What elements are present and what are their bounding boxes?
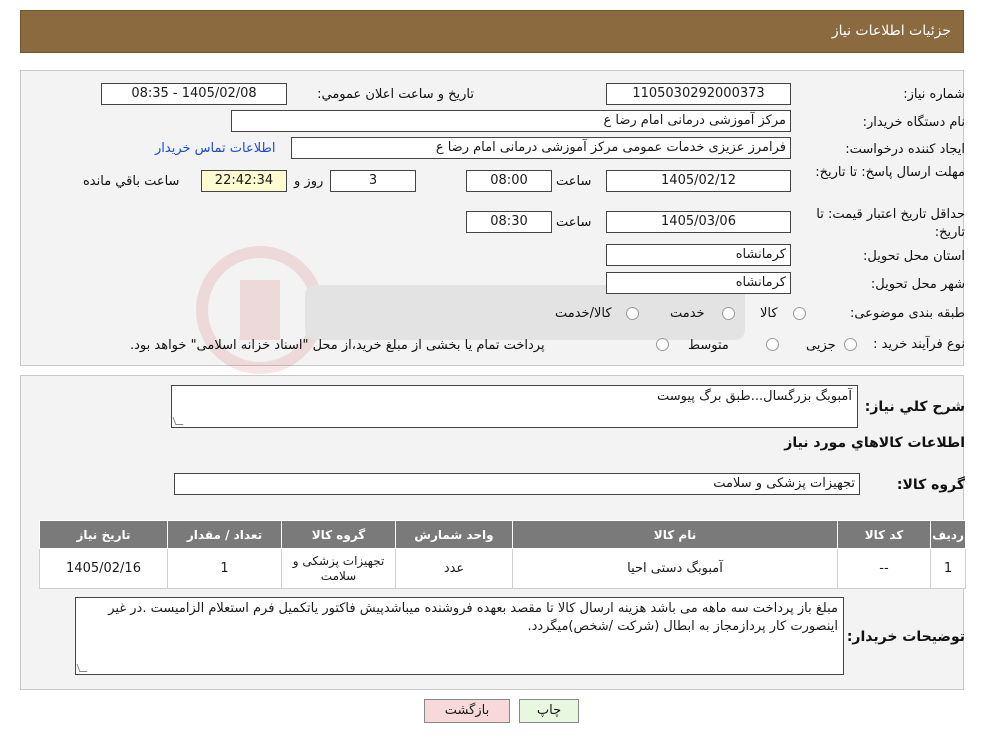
buyer-notes-label: توضيحات خريدار: <box>846 629 965 645</box>
page-header: جزئیات اطلاعات نیاز <box>20 10 964 53</box>
buyer-contact-link[interactable]: اطلاعات تماس خریدار <box>155 141 275 156</box>
need-number-label: شماره نیاز: <box>903 87 965 102</box>
col-header-quantity: تعداد / مقدار <box>167 520 282 549</box>
reply-deadline-date-field: 1405/02/12 <box>606 170 791 192</box>
province-field: کرمانشاه <box>606 244 791 266</box>
col-header-unit: واحد شمارش <box>395 520 513 549</box>
resize-grip-icon[interactable] <box>76 664 88 672</box>
requester-label: ايجاد کننده درخواست: <box>845 142 965 157</box>
cell-goods-name: آمبوبگ دستی احیا <box>512 548 838 589</box>
remaining-time-label: ساعت باقي مانده <box>83 174 180 189</box>
price-validity-date-field: 1405/03/06 <box>606 211 791 233</box>
category-radio-goods[interactable] <box>793 307 806 320</box>
reply-deadline-time-field: 08:00 <box>466 170 552 192</box>
print-button[interactable]: چاپ <box>519 699 579 723</box>
need-number-field: 1105030292000373 <box>606 83 791 105</box>
category-label: طبقه بندی موضوعی: <box>849 306 965 321</box>
cell-goods-code: -- <box>837 548 931 589</box>
buyer-notes-text: مبلغ باز پرداخت سه ماهه می باشد هزینه ار… <box>108 601 838 634</box>
process-radio-minor[interactable] <box>844 338 857 351</box>
col-header-goods-group: گروه کالا <box>281 520 396 549</box>
category-radio-goods-service[interactable] <box>626 307 639 320</box>
goods-group-field: تجهیزات پزشکی و سلامت <box>174 473 860 495</box>
category-option-goods-service: کالا/خدمت <box>555 306 612 321</box>
process-type-label: نوع فرآيند خريد : <box>873 337 965 352</box>
category-radio-service[interactable] <box>722 307 735 320</box>
col-header-goods-code: کد کالا <box>837 520 931 549</box>
price-validity-time-field: 08:30 <box>466 211 552 233</box>
city-field: کرمانشاه <box>606 272 791 294</box>
category-option-goods: کالا <box>760 306 778 321</box>
process-option-minor: جزیی <box>806 338 836 353</box>
cell-quantity: 1 <box>167 548 282 589</box>
goods-info-title: اطلاعات کالاهاي مورد نياز <box>784 435 965 451</box>
process-type-note: پرداخت تمام يا بخشی از مبلغ خريد،از محل … <box>130 338 545 353</box>
col-header-need-date: تاريخ نياز <box>39 520 168 549</box>
cell-row-number: 1 <box>930 548 966 589</box>
buyer-notes-textarea[interactable]: مبلغ باز پرداخت سه ماهه می باشد هزینه ار… <box>75 597 844 675</box>
summary-text: آمبوبگ بزرگسال...طبق برگ پیوست <box>657 389 852 404</box>
remaining-time-field: 22:42:34 <box>201 170 287 192</box>
reply-deadline-time-label: ساعت <box>556 174 592 189</box>
resize-grip-icon[interactable] <box>172 417 184 425</box>
process-radio-treasury[interactable] <box>656 338 669 351</box>
process-radio-medium[interactable] <box>766 338 779 351</box>
province-label: استان محل تحويل: <box>863 249 965 264</box>
price-validity-time-label: ساعت <box>556 215 592 230</box>
buyer-org-label: نام دستگاه خريدار: <box>862 115 965 130</box>
summary-label: شرح کلي نياز: <box>864 399 965 415</box>
reply-deadline-days-field: 3 <box>330 170 416 192</box>
summary-textarea[interactable]: آمبوبگ بزرگسال...طبق برگ پیوست <box>171 385 858 428</box>
table-header-row: رديف کد کالا نام کالا واحد شمارش گروه کا… <box>39 520 966 549</box>
reply-deadline-label: مهلت ارسال پاسخ: تا تاريخ: <box>815 165 965 180</box>
reply-deadline-days-label: روز و <box>294 174 324 189</box>
col-header-goods-name: نام کالا <box>512 520 838 549</box>
requester-field: فرامرز عزیزی خدمات عمومی مرکز آموزشی درم… <box>291 137 791 159</box>
cell-need-date: 1405/02/16 <box>39 548 168 589</box>
process-option-medium: متوسط <box>688 338 729 353</box>
city-label: شهر محل تحويل: <box>870 277 965 292</box>
goods-group-label: گروه کالا: <box>896 477 965 493</box>
buyer-org-field: مرکز آموزشی درمانی امام رضا ع <box>231 110 791 132</box>
back-button[interactable]: بازگشت <box>424 699 510 723</box>
price-validity-label: حداقل تاريخ اعتبار قيمت: تا تاريخ: <box>816 207 965 240</box>
cell-goods-group: تجهیزات پزشکی و سلامت <box>281 548 396 589</box>
col-header-row-number: رديف <box>930 520 966 549</box>
category-option-service: خدمت <box>670 306 705 321</box>
goods-table: رديف کد کالا نام کالا واحد شمارش گروه کا… <box>39 520 966 589</box>
announce-datetime-label: تاریخ و ساعت اعلان عمومي: <box>317 87 474 102</box>
announce-datetime-field: 1405/02/08 - 08:35 <box>101 83 287 105</box>
table-row: 1 -- آمبوبگ دستی احیا عدد تجهیزات پزشکی … <box>39 548 966 589</box>
page-title: جزئیات اطلاعات نیاز <box>831 23 951 39</box>
cell-unit: عدد <box>395 548 513 589</box>
